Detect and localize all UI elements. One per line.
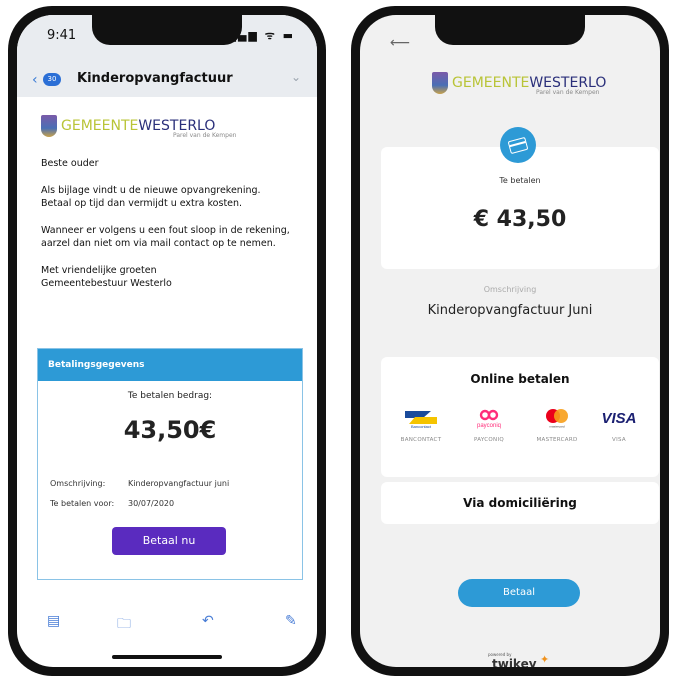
online-payment-card: Online betalen Bancontact BANCONTACT pay… — [381, 357, 659, 477]
amount-value: 43,50€ — [123, 416, 217, 444]
logo-tagline: Parel van de Kempen — [536, 89, 600, 96]
direct-debit-card[interactable]: Via domiciliëring — [381, 482, 659, 524]
online-payment-title: Online betalen — [470, 372, 570, 386]
p2-line-2: aarzel dan niet om via mail contact op t… — [41, 238, 276, 249]
archive-icon[interactable]: ▤ — [47, 613, 60, 629]
payconiq-logo-text: payconiq — [477, 423, 501, 429]
payment-method-payconiq[interactable]: payconiq PAYCONIQ — [459, 407, 519, 443]
description-value: Kinderopvangfactuur juni — [128, 479, 230, 488]
payconiq-icon: payconiq — [459, 407, 519, 429]
bancontact-label: BANCONTACT — [400, 437, 442, 443]
credit-card-icon — [500, 127, 536, 163]
pay-label: Te betalen — [499, 176, 541, 185]
closing-line-1: Met vriendelijke groeten — [41, 265, 157, 276]
bancontact-icon: Bancontact — [391, 407, 451, 429]
payment-method-mastercard[interactable]: mastercard MASTERCARD — [527, 407, 587, 443]
payment-phone: ⟵ GEMEENTEWESTERLO Parel van de Kempen T… — [351, 6, 669, 676]
payment-method-bancontact[interactable]: Bancontact BANCONTACT — [391, 407, 451, 443]
closing: Met vriendelijke groeten Gemeentebestuur… — [41, 264, 299, 290]
paragraph-2: Wanneer er volgens u een fout sloop in d… — [41, 224, 299, 250]
description-value: Kinderopvangfactuur Juni — [427, 303, 593, 318]
chevron-down-icon[interactable]: ⌄ — [291, 70, 301, 84]
visa-icon: VISA — [589, 407, 649, 429]
mail-toolbar: ▤ 🗀 ↶ ✎ — [17, 607, 317, 641]
due-date-key: Te betalen voor: — [50, 499, 115, 508]
visa-label: VISA — [612, 437, 626, 443]
payconiq-label: PAYCONIQ — [474, 437, 504, 443]
reply-icon[interactable]: ↶ — [202, 613, 214, 629]
greeting: Beste ouder — [41, 158, 99, 169]
mastercard-icon: mastercard — [527, 407, 587, 429]
notch — [435, 15, 585, 45]
amount-label: Te betalen bedrag: — [127, 391, 213, 401]
payment-method-visa[interactable]: VISA VISA — [589, 407, 649, 443]
mail-screen: 9:41 ▂▄▆ ᯤ ▬ ‹ 30 Kinderopvangfactuur ⌄ … — [17, 15, 317, 667]
pay-button[interactable]: Betaal — [458, 579, 580, 607]
crest-icon — [41, 115, 57, 137]
visa-logo-text: VISA — [601, 410, 636, 427]
amount-card: Te betalen € 43,50 — [381, 147, 659, 269]
twikey-bird-icon: ✦ — [540, 653, 550, 666]
bancontact-logo-text: Bancontact — [411, 424, 432, 429]
home-indicator — [112, 655, 222, 659]
payment-details-box: Betalingsgegevens Te betalen bedrag: 43,… — [37, 348, 303, 580]
closing-line-2: Gemeentebestuur Westerlo — [41, 278, 172, 289]
payment-details-header: Betalingsgegevens — [38, 349, 302, 381]
folder-icon[interactable]: 🗀 — [117, 613, 131, 637]
back-icon[interactable]: ‹ — [32, 72, 38, 88]
notch — [92, 15, 242, 45]
pay-now-button[interactable]: Betaal nu — [112, 527, 226, 555]
description-label: Omschrijving — [483, 285, 537, 294]
mastercard-logo-text: mastercard — [549, 425, 564, 429]
crest-icon — [432, 72, 448, 94]
description-key: Omschrijving: — [50, 479, 106, 488]
logo-tagline: Parel van de Kempen — [173, 132, 237, 139]
description-row: Omschrijving: Kinderopvangfactuur juni — [50, 479, 229, 488]
mail-subject: Kinderopvangfactuur — [77, 71, 233, 86]
p2-line-1: Wanneer er volgens u een fout sloop in d… — [41, 225, 290, 236]
amount-value: € 43,50 — [473, 207, 567, 232]
logo-gemeente: GEMEENTE — [452, 75, 530, 91]
due-date-row: Te betalen voor: 30/07/2020 — [50, 499, 174, 508]
p1-line-1: Als bijlage vindt u de nieuwe opvangreke… — [41, 185, 261, 196]
back-arrow-icon[interactable]: ⟵ — [390, 35, 410, 51]
unread-badge: 30 — [43, 73, 61, 86]
logo-gemeente: GEMEENTE — [61, 118, 139, 134]
twikey-logo: twikey — [492, 657, 537, 667]
mastercard-label: MASTERCARD — [536, 437, 578, 443]
due-date-value: 30/07/2020 — [128, 499, 175, 508]
status-time: 9:41 — [47, 28, 77, 43]
p1-line-2: Betaal op tijd dan vermijdt u extra kost… — [41, 198, 243, 209]
mail-body: Beste ouder Als bijlage vindt u de nieuw… — [41, 157, 299, 304]
mail-phone: 9:41 ▂▄▆ ᯤ ▬ ‹ 30 Kinderopvangfactuur ⌄ … — [8, 6, 326, 676]
direct-debit-label: Via domiciliëring — [463, 496, 577, 510]
paragraph-1: Als bijlage vindt u de nieuwe opvangreke… — [41, 184, 299, 210]
compose-icon[interactable]: ✎ — [285, 613, 297, 629]
payment-screen: ⟵ GEMEENTEWESTERLO Parel van de Kempen T… — [360, 15, 660, 667]
